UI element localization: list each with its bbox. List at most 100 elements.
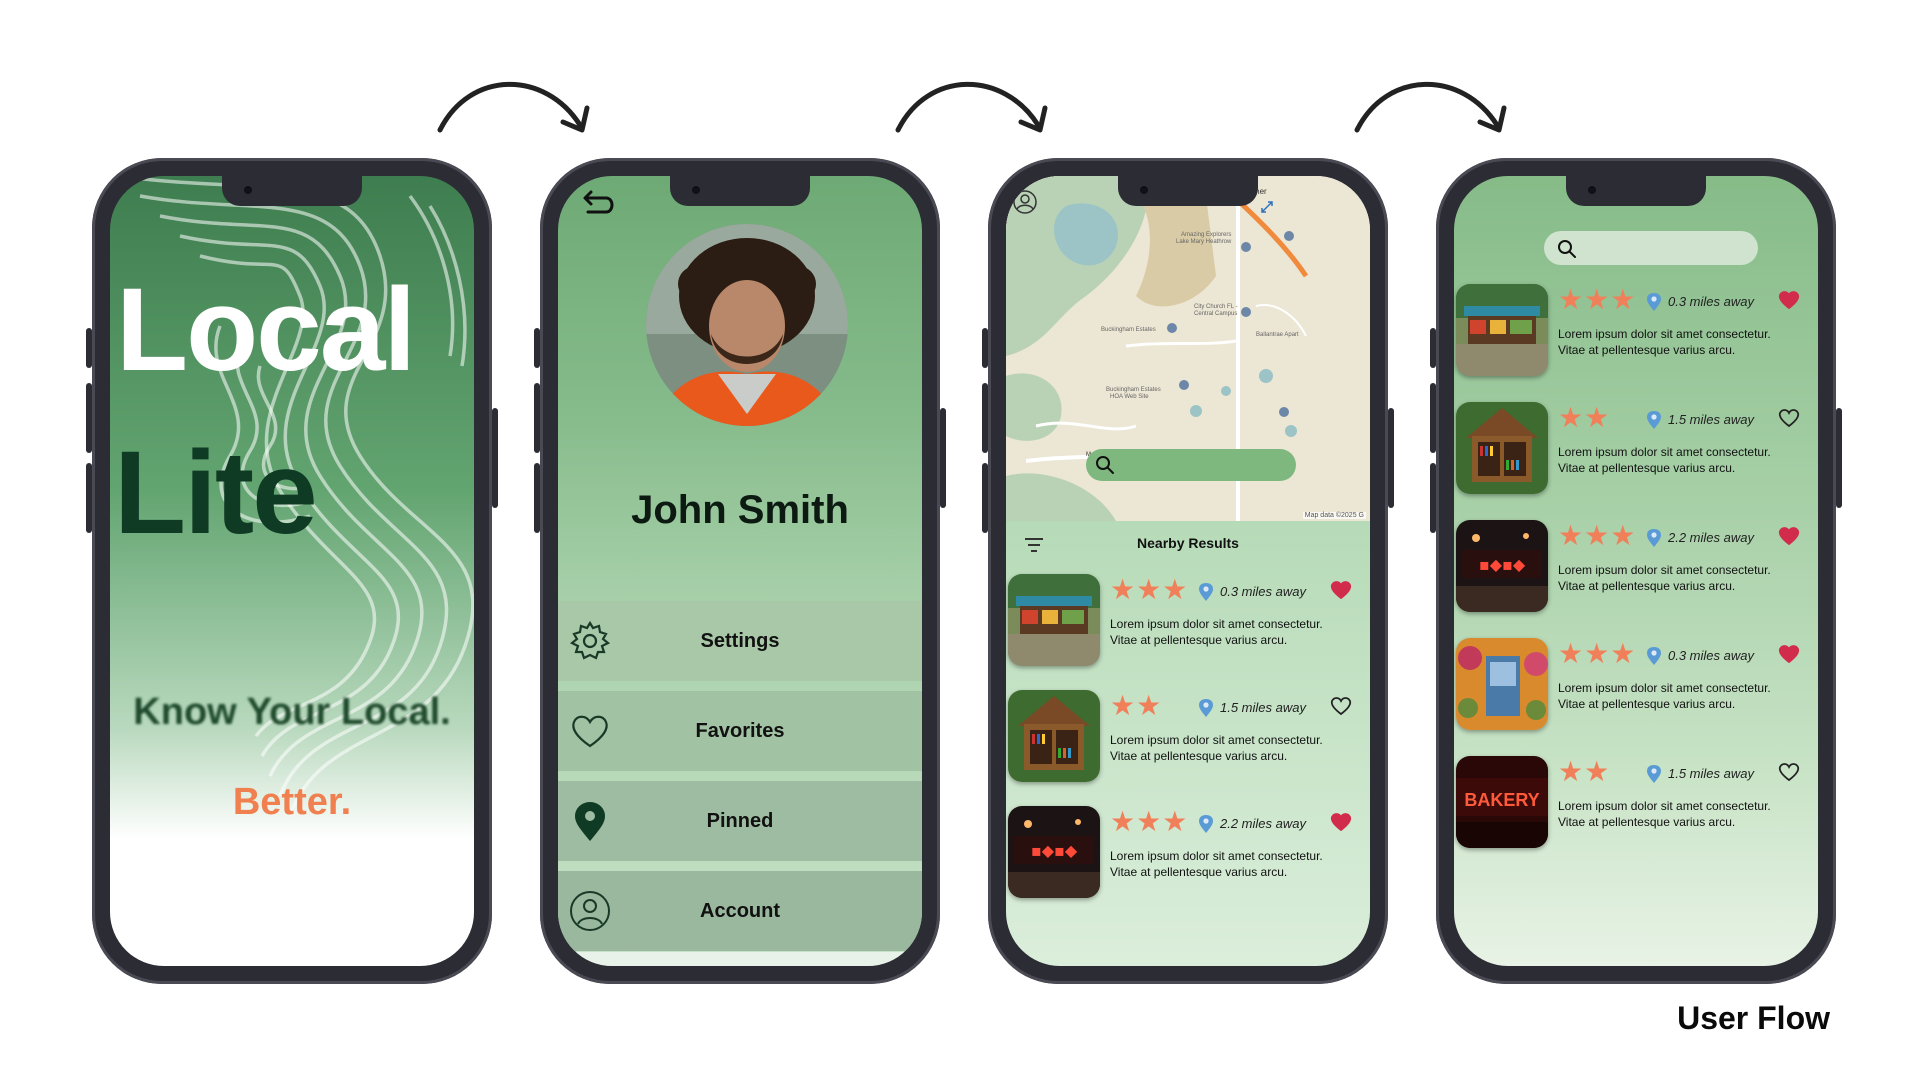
location-pin-icon (1198, 814, 1214, 834)
star-rating: ★★ (1558, 402, 1611, 433)
search-input[interactable] (1544, 231, 1758, 265)
result-item[interactable]: ★★★ 0.3 miles away Lorem ipsum dolor sit a… (1454, 638, 1818, 748)
svg-text:Buckingham Estates: Buckingham Estates (1101, 327, 1156, 333)
favorite-filled-heart-icon[interactable] (1330, 812, 1352, 832)
search-icon (1096, 456, 1114, 474)
profile-screen: John Smith Settings Favorites Pinned Acc… (558, 176, 922, 966)
star-rating: ★★ (1558, 756, 1611, 787)
distance-label: 2.2 miles away (1668, 530, 1754, 545)
map-attribution: Map data ©2025 G (1302, 512, 1366, 519)
result-item[interactable]: ★★ 1.5 miles away Lorem ipsum dolor sit am… (1454, 402, 1818, 512)
favorite-filled-heart-icon[interactable] (1778, 644, 1800, 664)
list-screen: ★★★ 0.3 miles away Lorem ipsum dolor sit a… (1454, 176, 1818, 966)
menu-item-favorites[interactable]: Favorites (558, 691, 922, 771)
profile-menu: Settings Favorites Pinned Account (558, 601, 922, 961)
svg-text:Amazing Explorers: Amazing Explorers (1181, 232, 1231, 238)
svg-text:Lake Mary Heathrow: Lake Mary Heathrow (1176, 239, 1232, 245)
location-pin-icon (1646, 646, 1662, 666)
profile-name: John Smith (631, 488, 849, 532)
result-item[interactable]: BAKERY ★★ 1.5 miles away Lorem ipsum dolor … (1454, 756, 1818, 866)
flow-arrow-3 (1354, 81, 1507, 133)
menu-label-settings: Settings (700, 629, 780, 652)
map-screen: Wilson Corner Amazing Explorers Lake Mar… (1006, 176, 1370, 966)
star-rating: ★★★ (1558, 284, 1637, 315)
phone-splash: Local Lite Know Your Local. Better. (86, 158, 498, 984)
place-thumbnail (1008, 574, 1100, 666)
place-thumbnail (1456, 284, 1548, 376)
result-item[interactable]: ★★★ 0.3 miles away Lorem ipsum dolor sit a… (1454, 284, 1818, 394)
place-description: Lorem ipsum dolor sit amet consectetur. … (1558, 681, 1771, 711)
place-thumbnail: ▪◆▪◆ (1456, 520, 1548, 612)
svg-text:Central Campus: Central Campus (1194, 311, 1237, 317)
location-pin-icon (1198, 698, 1214, 718)
favorite-heart-icon[interactable] (1778, 408, 1800, 428)
star-rating: ★★★ (1110, 574, 1189, 605)
splash-screen: Local Lite Know Your Local. Better. (110, 176, 474, 966)
distance-label: 1.5 miles away (1668, 412, 1754, 427)
svg-text:City Church FL -: City Church FL - (1194, 304, 1237, 310)
location-pin-icon (1646, 410, 1662, 430)
favorite-filled-heart-icon[interactable] (1778, 290, 1800, 310)
nearby-header: Nearby Results (1006, 521, 1370, 565)
distance-label: 0.3 miles away (1220, 584, 1306, 599)
svg-text:HOA Web Site: HOA Web Site (1110, 394, 1149, 400)
svg-text:▪◆▪◆: ▪◆▪◆ (1031, 841, 1078, 860)
distance-label: 0.3 miles away (1668, 648, 1754, 663)
location-pin-icon (1646, 764, 1662, 784)
favorite-filled-heart-icon[interactable] (1778, 526, 1800, 546)
place-description: Lorem ipsum dolor sit amet consectetur. … (1558, 799, 1771, 829)
location-pin-icon (1646, 528, 1662, 548)
favorite-heart-icon[interactable] (1778, 762, 1800, 782)
distance-label: 1.5 miles away (1220, 700, 1306, 715)
map-view[interactable]: Wilson Corner Amazing Explorers Lake Mar… (1006, 176, 1370, 521)
result-item[interactable]: ★★ 1.5 miles away Lorem ipsum dolor sit am… (1006, 690, 1370, 800)
star-rating: ★★ (1110, 690, 1163, 721)
place-thumbnail: ▪◆▪◆ (1008, 806, 1100, 898)
place-description: Lorem ipsum dolor sit amet consectetur. … (1558, 445, 1771, 475)
search-icon (1558, 240, 1576, 258)
flow-arrow-1 (437, 81, 590, 133)
distance-label: 1.5 miles away (1668, 766, 1754, 781)
tagline: Know Your Local. (133, 691, 451, 733)
tagline-accent: Better. (232, 781, 352, 823)
phone-list: ★★★ 0.3 miles away Lorem ipsum dolor sit a… (1430, 158, 1842, 984)
svg-text:Buckingham Estates: Buckingham Estates (1106, 387, 1161, 393)
place-thumbnail: BAKERY (1456, 756, 1548, 848)
location-pin-icon (1198, 582, 1214, 602)
star-rating: ★★★ (1110, 806, 1189, 837)
result-item[interactable]: ★★★ 0.3 miles away Lorem ipsum dolor sit a… (1006, 574, 1370, 684)
flow-arrow-2 (895, 81, 1048, 133)
app-title-local: Local (116, 264, 416, 396)
place-description: Lorem ipsum dolor sit amet consectetur. … (1110, 617, 1323, 647)
phone-map: Wilson Corner Amazing Explorers Lake Mar… (982, 158, 1394, 984)
menu-item-account[interactable]: Account (558, 871, 922, 951)
app-title-lite: Lite (114, 427, 318, 559)
place-thumbnail (1456, 402, 1548, 494)
svg-text:BAKERY: BAKERY (1464, 790, 1539, 810)
star-rating: ★★★ (1558, 638, 1637, 669)
menu-item-pinned[interactable]: Pinned (558, 781, 922, 861)
phone-profile: John Smith Settings Favorites Pinned Acc… (534, 158, 946, 984)
nearby-title: Nearby Results (1137, 535, 1239, 551)
svg-text:▪◆▪◆: ▪◆▪◆ (1479, 555, 1526, 574)
svg-text:Ballantrae Apart: Ballantrae Apart (1256, 332, 1299, 338)
place-thumbnail (1456, 638, 1548, 730)
menu-label-account: Account (700, 899, 780, 922)
avatar (646, 224, 848, 426)
map-search-bar[interactable] (1086, 449, 1296, 481)
place-description: Lorem ipsum dolor sit amet consectetur. … (1110, 849, 1323, 879)
place-description: Lorem ipsum dolor sit amet consectetur. … (1558, 563, 1771, 593)
caption: User Flow (1677, 1000, 1830, 1036)
favorite-filled-heart-icon[interactable] (1330, 580, 1352, 600)
back-arrow-icon[interactable] (576, 188, 616, 224)
menu-item-settings[interactable]: Settings (558, 601, 922, 681)
place-thumbnail (1008, 690, 1100, 782)
distance-label: 0.3 miles away (1668, 294, 1754, 309)
result-item[interactable]: ▪◆▪◆ ★★★ 2.2 miles away Lorem ipsum dolor s… (1006, 806, 1370, 916)
location-pin-icon (1646, 292, 1662, 312)
star-rating: ★★★ (1558, 520, 1637, 551)
favorite-heart-icon[interactable] (1330, 696, 1352, 716)
place-description: Lorem ipsum dolor sit amet consectetur. … (1110, 733, 1323, 763)
menu-label-pinned: Pinned (706, 809, 774, 832)
result-item[interactable]: ▪◆▪◆ ★★★ 2.2 miles away Lorem ipsum dolor s… (1454, 520, 1818, 630)
